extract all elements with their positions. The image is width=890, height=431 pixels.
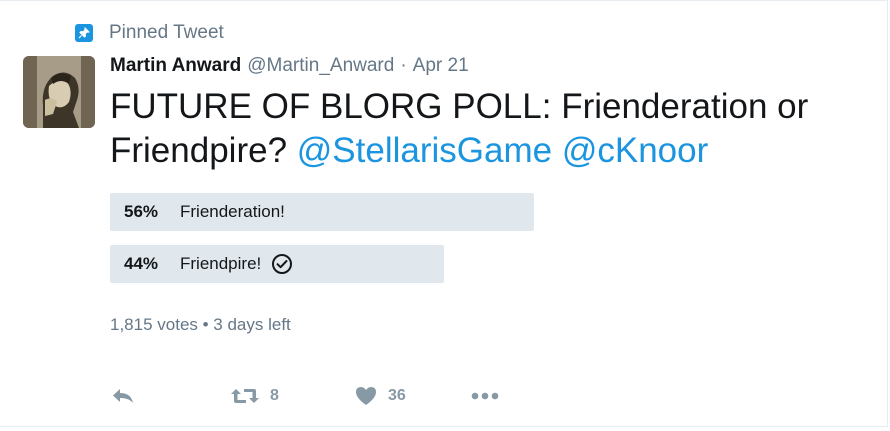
tweet-header: Martin Anward @Martin_Anward · Apr 21 (110, 55, 469, 79)
more-icon (470, 391, 500, 401)
author-name[interactable]: Martin Anward (110, 55, 241, 77)
pin-icon (75, 24, 93, 42)
reply-icon (110, 386, 136, 406)
retweet-count: 8 (270, 387, 279, 404)
more-button[interactable] (470, 391, 500, 401)
like-button[interactable]: 36 (354, 385, 406, 407)
tweet-date[interactable]: Apr 21 (413, 55, 469, 77)
author-handle[interactable]: @Martin_Anward (247, 55, 394, 77)
poll-option-percent: 44% (124, 254, 159, 273)
like-count: 36 (388, 387, 406, 404)
poll-summary: 1,815 votes • 3 days left (110, 315, 291, 334)
mention-stellarisgame[interactable]: @StellarisGame (297, 131, 552, 170)
pinned-label: Pinned Tweet (109, 22, 224, 43)
heart-icon (354, 385, 378, 407)
poll-option-frienderation: 56% Frienderation! (110, 193, 534, 231)
pinned-indicator: Pinned Tweet (75, 21, 224, 45)
tweet-text: FUTURE OF BLORG POLL: Frienderation or F… (110, 85, 870, 173)
check-circle-icon (271, 253, 293, 275)
avatar[interactable] (23, 56, 95, 128)
pinned-tweet-card[interactable]: Pinned Tweet Martin Anward @Martin_Anwar… (0, 0, 888, 427)
poll-option-friendpire: 44% Friendpire! (110, 245, 444, 283)
poll-option-label: Frienderation! (180, 202, 285, 221)
poll-option-label: Friendpire! (180, 254, 262, 273)
retweet-button[interactable]: 8 (230, 386, 279, 406)
poll-option-percent: 56% (124, 202, 159, 221)
mention-cknoor[interactable]: @cKnoor (562, 131, 708, 170)
header-separator: · (400, 55, 407, 76)
retweet-icon (230, 386, 260, 406)
reply-button[interactable] (110, 386, 136, 406)
